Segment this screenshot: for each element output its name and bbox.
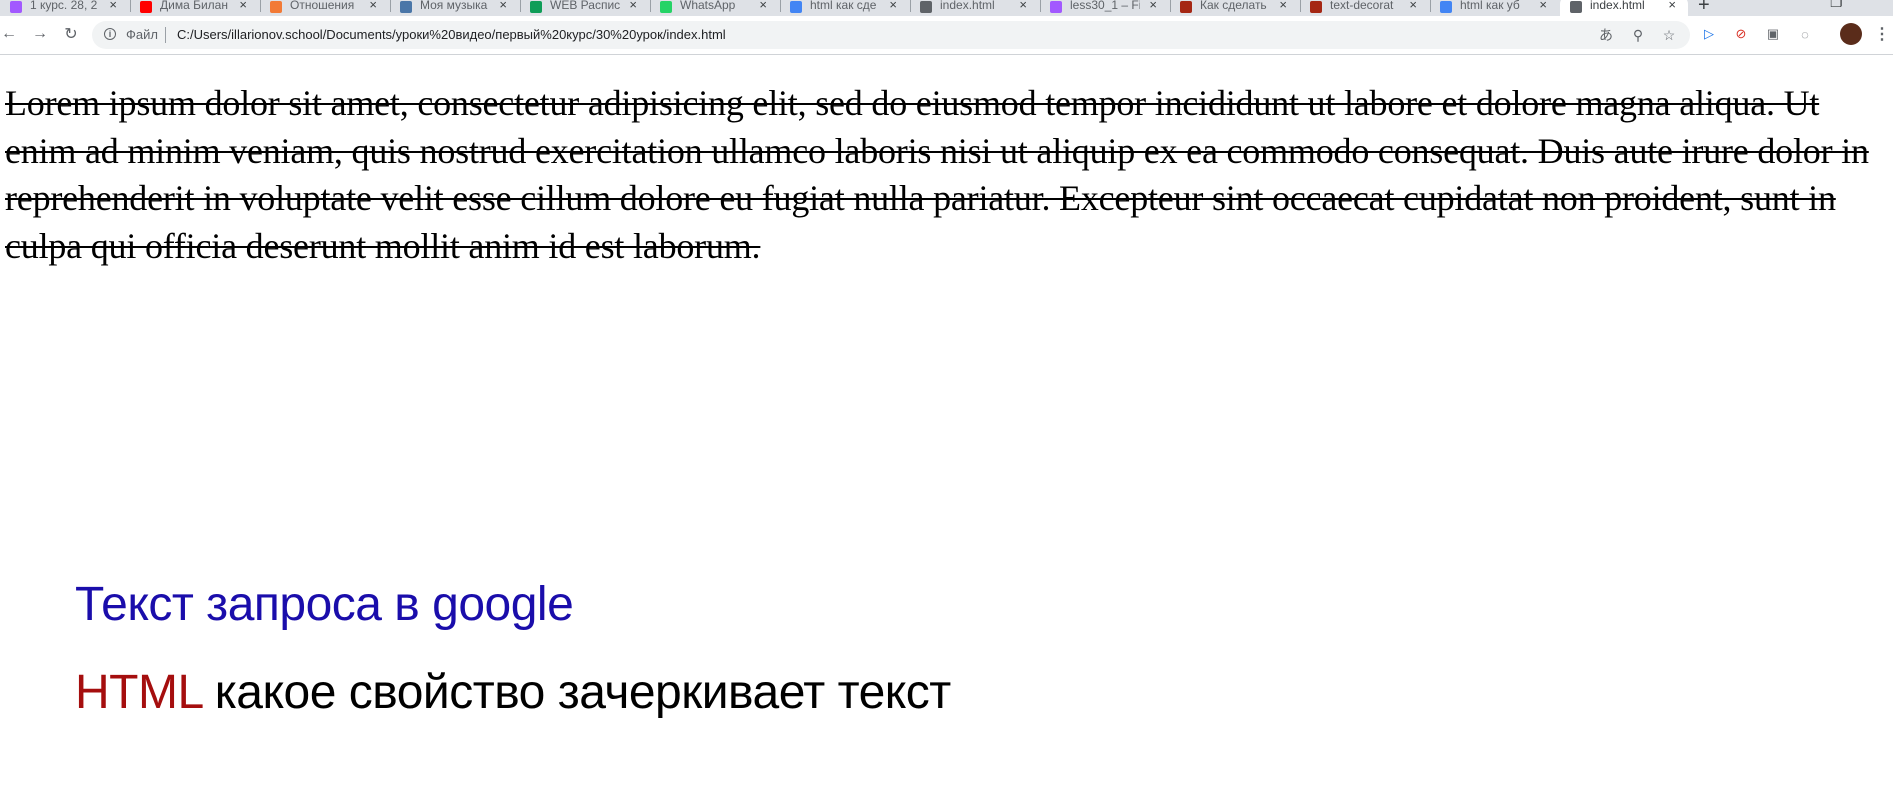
tab-separator [1170,0,1171,12]
tab-close-icon[interactable]: × [889,0,897,12]
tab-separator [780,0,781,12]
tab-2[interactable]: Дима Билан × [130,0,259,16]
snippet-text: какое свойство зачеркивает текст [201,666,952,719]
tab-strip: index.html × html как уб × text-decorat × Как … [0,0,1893,16]
gift-icon [1310,1,1322,13]
tab-3[interactable]: Отношения × [260,0,389,16]
tab-close-icon[interactable]: × [239,0,247,12]
tab-separator [260,0,261,12]
gift-icon [1180,1,1192,13]
translate-icon[interactable]: あ [1597,26,1615,44]
zoom-icon[interactable]: ⚲ [1629,26,1647,44]
tab-title: Дима Билан [160,0,228,12]
globe-icon [920,1,932,13]
tab-title: WEB Распис [550,0,620,12]
tab-1[interactable]: 1 курс. 28, 2 × [0,0,129,16]
tab-title: less30_1 – Fi [1070,0,1140,12]
tab-close-icon[interactable]: × [1149,0,1157,12]
profile-avatar[interactable] [1840,23,1862,45]
vk-icon [400,1,412,13]
tab-separator [910,0,911,12]
youtube-icon [140,1,152,13]
tab-13[interactable]: index.html × [1560,0,1688,16]
tab-separator [390,0,391,12]
forward-button[interactable]: → [29,23,51,45]
google-icon [790,1,802,13]
tab-close-icon[interactable]: × [1019,0,1027,12]
menu-icon[interactable]: ⋮ [1872,24,1892,44]
search-query-text: Текст запроса в google [75,578,574,631]
whatsapp-icon [660,1,672,13]
tab-4[interactable]: Моя музыка × [390,0,519,16]
tab-title: text-decorat [1330,0,1394,12]
tab-6[interactable]: WhatsApp × [650,0,779,16]
tab-title: 1 курс. 28, 2 [30,0,98,12]
search-snippet: HTML какое свойство зачеркивает текст [75,665,951,720]
tab-close-icon[interactable]: × [1409,0,1417,12]
tab-title: index.html [940,0,995,12]
tab-12[interactable]: html как уб × [1430,0,1559,16]
restore-window-icon[interactable]: ❐ [1830,0,1843,11]
tab-title: html как уб [1460,0,1520,12]
camera-extension-icon[interactable]: ▣ [1763,24,1783,44]
tab-close-icon[interactable]: × [629,0,637,12]
globe-icon [1570,1,1582,13]
tab-title: Как сделать [1200,0,1267,12]
url-scheme-label: Файл [126,27,158,42]
tab-close-icon[interactable]: × [109,0,117,12]
send-extension-icon[interactable]: ▷ [1699,24,1719,44]
tab-separator [1430,0,1431,12]
browser-window: index.html × html как уб × text-decorat × Как … [0,0,1893,805]
tab-10[interactable]: Как сделать × [1170,0,1299,16]
figma-icon [1050,1,1062,13]
tab-close-icon[interactable]: × [759,0,767,12]
tab-7[interactable]: html как сде × [780,0,909,16]
tab-title: html как сде [810,0,877,12]
orange-stack-icon [270,1,282,13]
tab-11[interactable]: text-decorat × [1300,0,1429,16]
tab-title: Отношения [290,0,355,12]
tab-close-icon[interactable]: × [369,0,377,12]
figma-icon [10,1,22,13]
address-bar[interactable]: i Файл C:/Users/illarionov.school/Docume… [92,21,1690,49]
tab-5[interactable]: WEB Распис × [520,0,649,16]
circle-extension-icon[interactable]: ◌ [1795,24,1815,44]
adblock-extension-icon[interactable]: ⊘ [1731,24,1751,44]
tab-separator [1040,0,1041,12]
site-info-icon[interactable]: i [104,28,116,40]
toolbar: ← → ↻ i Файл C:/Users/illarionov.school/… [0,16,1893,55]
google-icon [1440,1,1452,13]
strikethrough-paragraph: Lorem ipsum dolor sit amet, consectetur … [5,83,1869,266]
snippet-highlight: HTML [75,666,202,719]
tab-separator [650,0,651,12]
bookmark-star-icon[interactable]: ☆ [1660,26,1678,44]
tab-close-icon[interactable]: × [1279,0,1287,12]
tab-separator [130,0,131,12]
reload-button[interactable]: ↻ [60,23,82,45]
new-tab-button[interactable]: + [1698,0,1710,16]
tab-title: Моя музыка [420,0,488,12]
omnibox-divider [165,27,166,43]
tab-close-icon[interactable]: × [1668,0,1676,12]
tab-close-icon[interactable]: × [1539,0,1547,12]
tab-separator [520,0,521,12]
tab-8[interactable]: index.html × [910,0,1039,16]
tab-9[interactable]: less30_1 – Fi × [1040,0,1169,16]
tab-title: index.html [1590,0,1645,12]
url-text[interactable]: C:/Users/illarionov.school/Documents/уро… [177,27,726,42]
tab-close-icon[interactable]: × [499,0,507,12]
sheets-icon [530,1,542,13]
page-content: Lorem ipsum dolor sit amet, consectetur … [0,56,1893,805]
tab-separator [1300,0,1301,12]
back-button[interactable]: ← [0,23,20,45]
tab-title: WhatsApp [680,0,736,12]
